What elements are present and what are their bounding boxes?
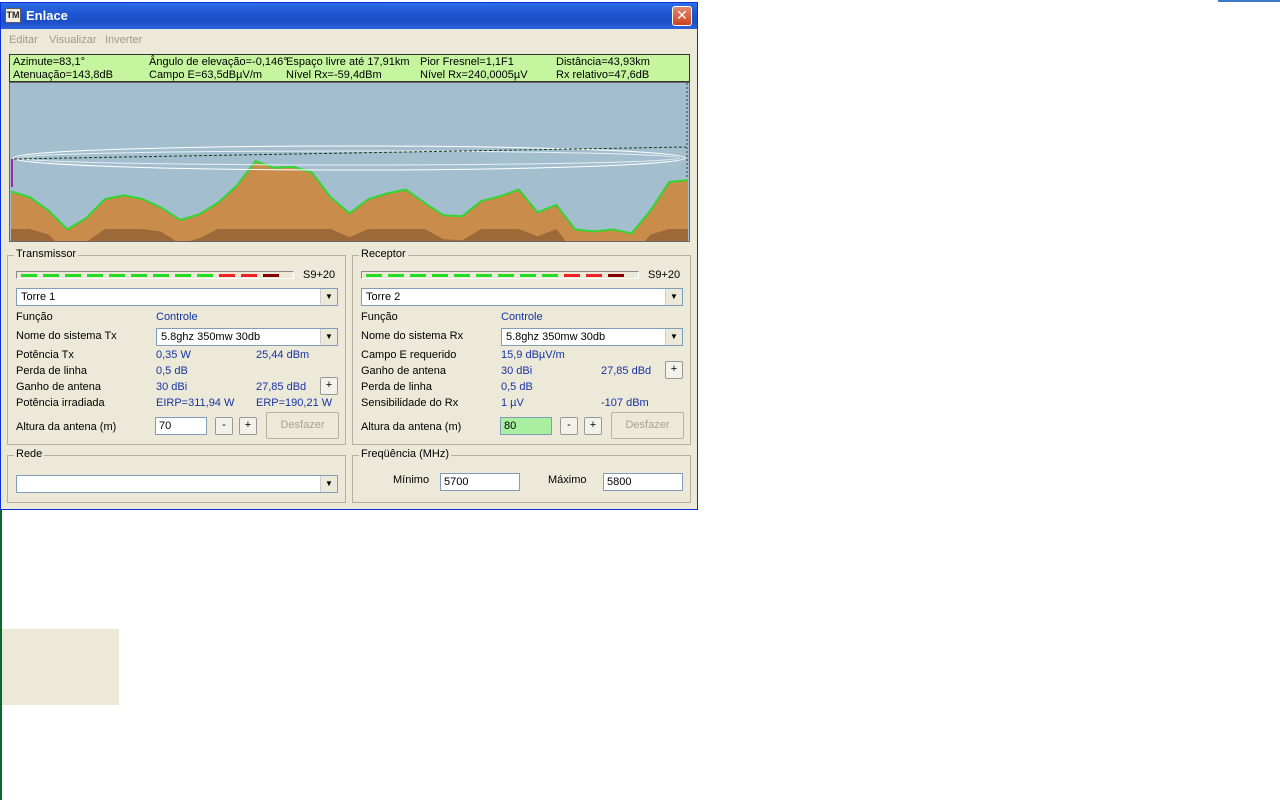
tx-altura-plus-button[interactable]: + bbox=[239, 417, 257, 435]
rx-altura-plus-button[interactable]: + bbox=[584, 417, 602, 435]
tx-potencia-label: Potência Tx bbox=[16, 349, 74, 361]
rx-desfazer-button[interactable]: Desfazer bbox=[611, 412, 684, 439]
tx-meter-label: S9+20 bbox=[303, 269, 336, 281]
rx-funcao-label: Função bbox=[361, 311, 398, 323]
tx-sistema-label: Nome do sistema Tx bbox=[16, 330, 117, 342]
rx-meter-label: S9+20 bbox=[648, 269, 681, 281]
title-bar[interactable]: TM Enlace ✕ bbox=[1, 3, 697, 29]
transmissor-title: Transmissor bbox=[14, 248, 79, 260]
chevron-down-icon[interactable]: ▼ bbox=[320, 476, 337, 492]
freq-min-label: Mínimo bbox=[393, 474, 430, 486]
rx-sistema-select[interactable]: 5.8ghz 350mw 30db ▼ bbox=[501, 328, 683, 346]
tx-sistema-select[interactable]: 5.8ghz 350mw 30db ▼ bbox=[156, 328, 338, 346]
tx-altura-label: Altura da antena (m) bbox=[16, 421, 117, 433]
rx-sens-label: Sensibilidade do Rx bbox=[361, 397, 459, 409]
rx-signal-meter bbox=[361, 271, 639, 279]
receptor-group: Receptor S9+20 Torre 2 ▼ Função Controle … bbox=[352, 248, 691, 445]
rx-sistema-value: 5.8ghz 350mw 30db bbox=[506, 331, 606, 343]
terrain-profile-view bbox=[9, 82, 690, 242]
menu-bar: Editar Visualizar Inverter bbox=[1, 30, 697, 50]
rx-perda-value: 0,5 dB bbox=[501, 381, 533, 393]
frequencia-title: Freqüência (MHz) bbox=[359, 448, 452, 460]
rx-altura-input[interactable] bbox=[500, 417, 552, 435]
tx-signal-meter bbox=[16, 271, 294, 279]
tx-desfazer-button[interactable]: Desfazer bbox=[266, 412, 339, 439]
tx-irradiada-label: Potência irradiada bbox=[16, 397, 105, 409]
rx-sens-dbm: -107 dBm bbox=[601, 397, 649, 409]
tx-sistema-value: 5.8ghz 350mw 30db bbox=[161, 331, 261, 343]
rx-campo-label: Campo E requerido bbox=[361, 349, 457, 361]
desktop-edge-top bbox=[1218, 0, 1280, 2]
app-icon: TM bbox=[5, 8, 21, 23]
tx-perda-label: Perda de linha bbox=[16, 365, 87, 377]
rx-campo-value: 15,9 dBµV/m bbox=[501, 349, 565, 361]
status-nivel-dbm: Nível Rx=-59,4dBm bbox=[286, 69, 382, 81]
status-atenuacao: Atenuação=143,8dB bbox=[13, 69, 114, 81]
tx-potencia-dbm: 25,44 dBm bbox=[256, 349, 310, 361]
close-button[interactable]: ✕ bbox=[672, 6, 692, 26]
receptor-title: Receptor bbox=[359, 248, 408, 260]
tx-ganho-dbi: 30 dBi bbox=[156, 381, 188, 393]
rede-title: Rede bbox=[14, 448, 45, 460]
tx-funcao-label: Função bbox=[16, 311, 53, 323]
tx-tower-value: Torre 1 bbox=[21, 291, 56, 303]
tx-perda-value: 0,5 dB bbox=[156, 365, 188, 377]
desktop-background-panel bbox=[2, 629, 119, 705]
rx-perda-label: Perda de linha bbox=[361, 381, 432, 393]
status-azimute: Azimute=83,1° bbox=[13, 56, 85, 68]
tx-ganho-label: Ganho de antena bbox=[16, 381, 102, 393]
tx-potencia-w: 0,35 W bbox=[156, 349, 191, 361]
rx-sens-uv: 1 µV bbox=[501, 397, 524, 409]
status-espaco: Espaço livre até 17,91km bbox=[286, 56, 410, 68]
frequencia-group: Freqüência (MHz) Mínimo Máximo bbox=[352, 448, 691, 503]
enlace-window: TM Enlace ✕ Editar Visualizar Inverter A… bbox=[0, 2, 698, 510]
chevron-down-icon[interactable]: ▼ bbox=[665, 289, 682, 305]
tx-eirp: EIRP=311,94 W bbox=[156, 397, 235, 409]
transmissor-group: Transmissor S9+20 Torre 1 ▼ Função Contro… bbox=[7, 248, 346, 445]
status-campo: Campo E=63,5dBµV/m bbox=[149, 69, 263, 81]
freq-max-input[interactable] bbox=[603, 473, 683, 491]
rx-sistema-label: Nome do sistema Rx bbox=[361, 330, 464, 342]
link-status-panel: Azimute=83,1° Ângulo de elevação=-0,146°… bbox=[9, 54, 690, 82]
rx-tower-select[interactable]: Torre 2 ▼ bbox=[361, 288, 683, 306]
status-fresnel: Pior Fresnel=1,1F1 bbox=[420, 56, 514, 68]
chevron-down-icon[interactable]: ▼ bbox=[665, 329, 682, 345]
rx-ganho-dbi: 30 dBi bbox=[501, 365, 533, 377]
status-rx-relativo: Rx relativo=47,6dB bbox=[556, 69, 650, 81]
menu-inverter[interactable]: Inverter bbox=[105, 34, 142, 46]
menu-editar[interactable]: Editar bbox=[9, 34, 38, 46]
tx-tower-select[interactable]: Torre 1 ▼ bbox=[16, 288, 338, 306]
rx-tower-value: Torre 2 bbox=[366, 291, 401, 303]
rx-ganho-plus-button[interactable]: + bbox=[665, 361, 683, 379]
rede-select[interactable]: ▼ bbox=[16, 475, 338, 493]
rede-group: Rede ▼ bbox=[7, 448, 346, 503]
tx-ganho-plus-button[interactable]: + bbox=[320, 377, 338, 395]
status-nivel-uv: Nível Rx=240,0005µV bbox=[420, 69, 528, 81]
rx-funcao-value: Controle bbox=[501, 311, 543, 323]
menu-visualizar[interactable]: Visualizar bbox=[49, 34, 97, 46]
window-title: Enlace bbox=[26, 8, 68, 23]
freq-min-input[interactable] bbox=[440, 473, 520, 491]
tx-erp: ERP=190,21 W bbox=[256, 397, 333, 409]
tx-ganho-dbd: 27,85 dBd bbox=[256, 381, 307, 393]
terrain-profile-svg bbox=[10, 83, 689, 241]
rx-ganho-dbd: 27,85 dBd bbox=[601, 365, 652, 377]
status-angulo: Ângulo de elevação=-0,146° bbox=[149, 56, 288, 68]
chevron-down-icon[interactable]: ▼ bbox=[320, 289, 337, 305]
chevron-down-icon[interactable]: ▼ bbox=[320, 329, 337, 345]
rx-altura-minus-button[interactable]: - bbox=[560, 417, 578, 435]
freq-max-label: Máximo bbox=[548, 474, 587, 486]
tx-altura-input[interactable] bbox=[155, 417, 207, 435]
rx-altura-label: Altura da antena (m) bbox=[361, 421, 462, 433]
tx-funcao-value: Controle bbox=[156, 311, 198, 323]
status-distancia: Distância=43,93km bbox=[556, 56, 650, 68]
rx-ganho-label: Ganho de antena bbox=[361, 365, 447, 377]
tx-altura-minus-button[interactable]: - bbox=[215, 417, 233, 435]
